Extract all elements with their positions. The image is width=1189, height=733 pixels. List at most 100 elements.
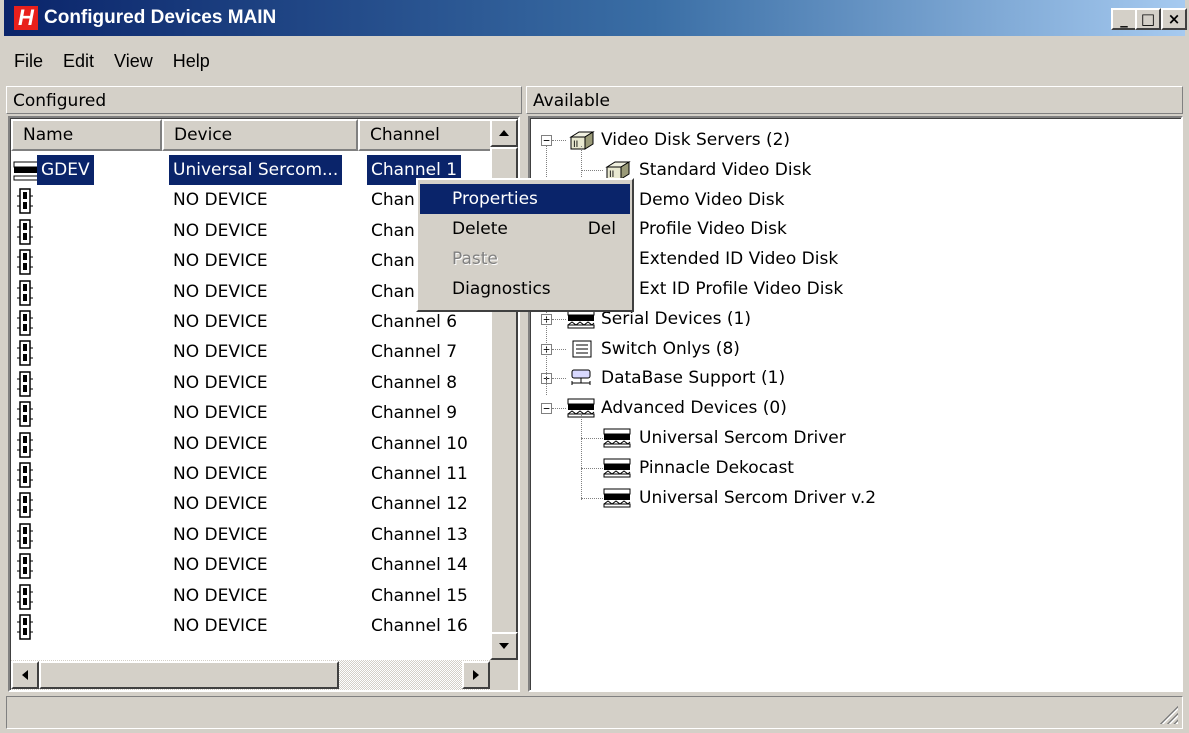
arrow-up-icon [499,130,509,136]
scroll-left-button[interactable] [11,661,39,689]
row-device: NO DEVICE [173,464,268,484]
plug-icon [17,614,33,640]
row-device: Universal Sercom... [169,155,343,185]
tree-node[interactable]: + DataBase Support (1) [531,363,1171,393]
context-menu-diagnostics[interactable]: Diagnostics [420,274,630,304]
plug-icon [17,249,33,275]
row-name: GDEV [37,155,94,185]
tree-node-label: Universal Sercom Driver v.2 [639,487,877,508]
plug-icon [17,340,33,367]
table-row[interactable]: NO DEVICE Channel 11 [11,459,491,490]
table-row[interactable]: NO DEVICE Channel 12 [11,489,491,520]
configured-devices-window: H Configured Devices MAIN _ □ × File Edi… [0,0,1189,733]
row-device: NO DEVICE [173,281,268,302]
row-device: NO DEVICE [173,190,268,211]
table-row[interactable]: NO DEVICE Channel 13 [11,520,491,551]
tree-connector [581,413,582,500]
row-channel: Channel 11 [371,464,468,484]
row-channel: Chan [371,251,415,272]
row-device: NO DEVICE [173,524,268,545]
tree-node[interactable]: Universal Sercom Driver [531,423,1171,453]
tree-connector [552,348,566,350]
minimize-button[interactable]: _ [1111,8,1137,30]
available-panel-label: Available [526,86,1183,114]
tree-node[interactable]: + Switch Onlys (8) [531,334,1171,364]
title-bar[interactable]: H Configured Devices MAIN _ □ × [4,0,1187,36]
plug-icon [17,492,33,519]
tree-connector [552,408,566,410]
tree-node-label: DataBase Support (1) [601,368,786,389]
plug-icon [17,553,33,579]
tree-node-label: Switch Onlys (8) [601,338,740,359]
tree-node-label: Video Disk Servers (2) [601,130,791,150]
plug-icon [17,279,33,306]
arrow-left-icon [22,670,28,680]
table-row[interactable]: NO DEVICE Channel 7 [11,337,491,368]
table-row[interactable]: NO DEVICE Channel 14 [11,550,491,581]
arrow-right-icon [473,670,479,680]
row-channel: Channel 15 [371,585,468,606]
table-row[interactable]: NO DEVICE Channel 8 [11,368,491,399]
svg-text:II: II [573,140,578,150]
close-button[interactable]: × [1161,8,1187,30]
tree-node[interactable]: Pinnacle Dekocast [531,453,1171,483]
collapse-icon[interactable]: − [541,135,552,146]
hscroll-thumb[interactable] [39,661,339,689]
tree-node-label: Universal Sercom Driver [639,428,846,448]
row-device: NO DEVICE [173,555,268,576]
minimize-icon: _ [1120,10,1128,28]
arrow-down-icon [499,643,509,649]
column-header-device[interactable]: Device [162,119,358,151]
table-row[interactable]: NO DEVICE Channel 9 [11,398,491,429]
row-device: NO DEVICE [173,342,268,363]
close-icon: × [1167,10,1181,28]
tree-node[interactable]: − Advanced Devices (0) [531,393,1171,423]
column-header-channel[interactable]: Channel [358,119,492,151]
scroll-right-button[interactable] [462,661,490,689]
tree-connector [552,140,566,141]
table-row[interactable]: NO DEVICE Channel 15 [11,581,491,612]
table-row[interactable]: NO DEVICE Channel 16 [11,611,491,642]
scroll-down-button[interactable] [490,632,518,660]
device-chip-icon [603,458,631,478]
tree-node[interactable]: − II Video Disk Servers (2) [531,125,1171,155]
column-header-name[interactable]: Name [11,119,162,151]
row-device: NO DEVICE [173,585,268,606]
tree-connector [552,378,566,380]
row-channel: Channel 16 [371,616,468,636]
device-chip-icon [603,428,631,448]
delete-shortcut: Del [587,219,616,239]
horizontal-scrollbar[interactable] [11,660,490,690]
row-channel: Channel 12 [371,494,468,515]
row-device: NO DEVICE [173,433,268,454]
row-channel: Channel 7 [371,342,458,363]
tree-node-label: Demo Video Disk [639,189,785,210]
plug-icon [17,583,33,610]
plug-icon [17,310,33,336]
tree-node-label: Extended ID Video Disk [639,249,839,270]
table-row[interactable]: NO DEVICE Channel 10 [11,429,491,460]
context-menu-delete[interactable]: Delete Del [420,214,630,244]
collapse-icon[interactable]: − [541,403,552,415]
scroll-corner [490,660,518,690]
plug-icon [17,219,33,245]
menu-help[interactable]: Help [163,49,220,73]
scroll-up-button[interactable] [490,119,518,147]
row-channel: Channel 8 [371,372,458,393]
row-device: NO DEVICE [173,220,268,241]
row-channel: Chan [371,190,415,211]
tree-node-label: Standard Video Disk [639,159,812,180]
row-device: NO DEVICE [173,251,268,272]
tree-node[interactable]: Universal Sercom Driver v.2 [531,483,1171,513]
plug-icon [17,431,33,458]
status-bar [6,696,1183,729]
maximize-icon: □ [1140,10,1156,28]
menu-edit[interactable]: Edit [53,49,104,73]
row-channel: Channel 9 [371,403,458,424]
context-menu-properties[interactable]: Properties [420,184,630,214]
menu-file[interactable]: File [4,49,53,73]
configured-panel-label: Configured [6,86,522,114]
maximize-button[interactable]: □ [1135,8,1161,30]
resize-grip-icon[interactable] [1158,704,1178,724]
menu-view[interactable]: View [104,49,163,73]
